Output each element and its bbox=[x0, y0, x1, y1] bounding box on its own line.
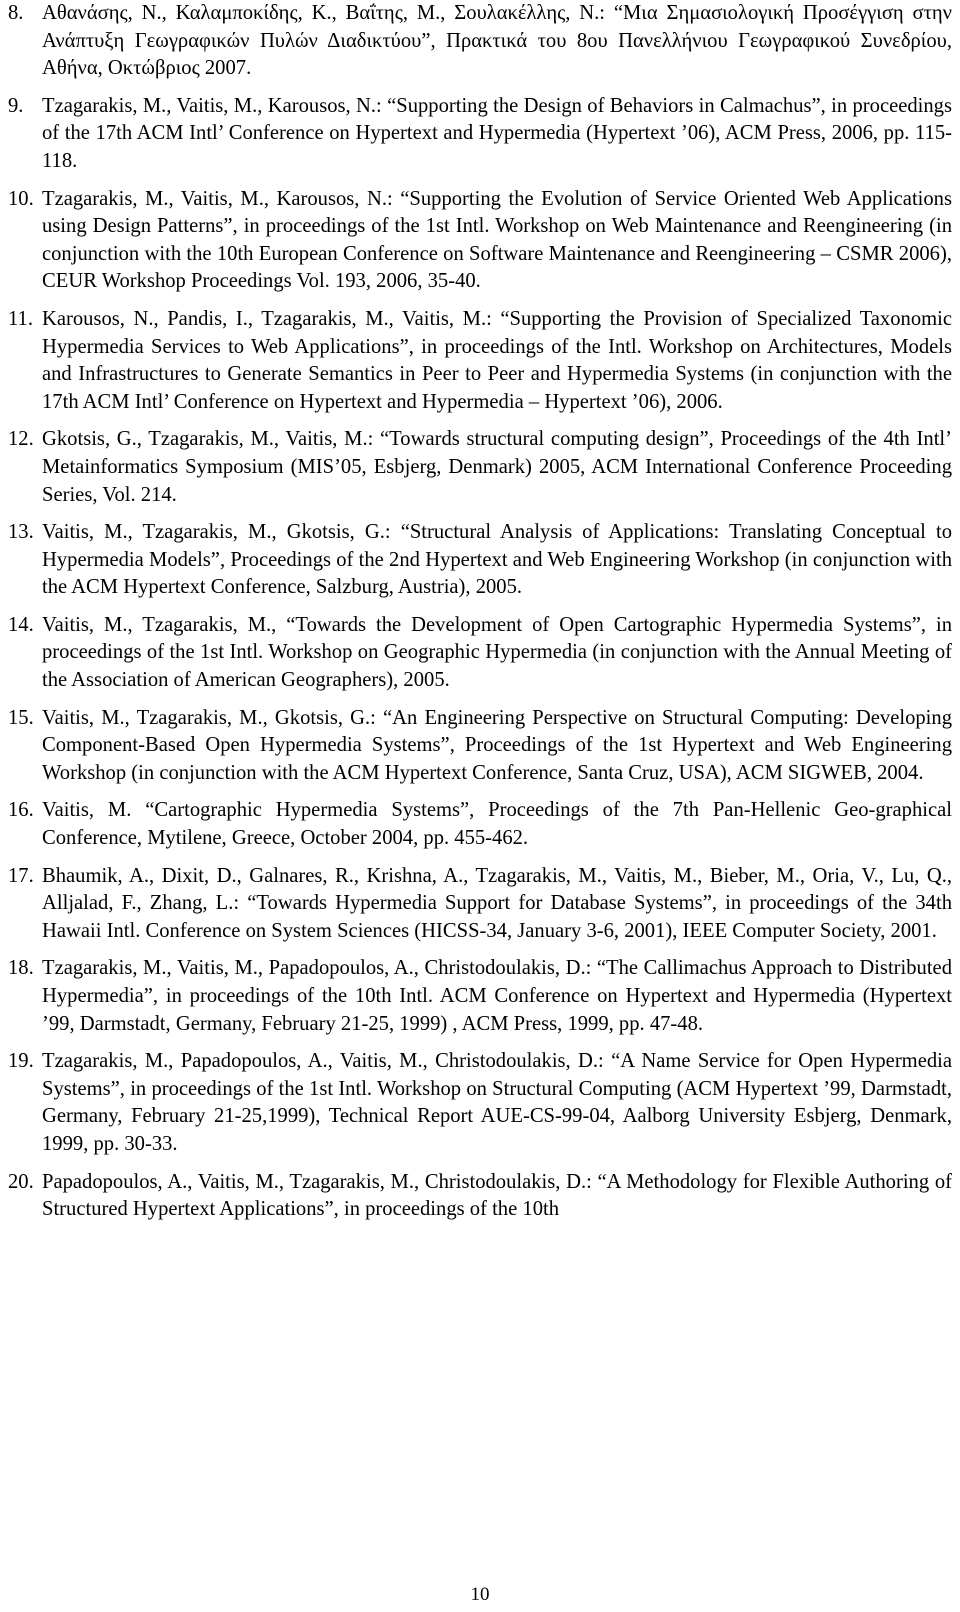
reference-text: Bhaumik, A., Dixit, D., Galnares, R., Kr… bbox=[42, 864, 952, 942]
reference-text: Tzagarakis, M., Vaitis, M., Papadopoulos… bbox=[42, 957, 952, 1035]
reference-text: Vaitis, M. “Cartographic Hypermedia Syst… bbox=[42, 799, 952, 850]
reference-number: 16. bbox=[8, 799, 34, 822]
reference-number: 17. bbox=[8, 864, 34, 887]
reference-number: 8. bbox=[8, 2, 24, 24]
reference-number: 10. bbox=[8, 187, 34, 210]
reference-text: Tzagarakis, M., Papadopoulos, A., Vaitis… bbox=[42, 1050, 952, 1155]
reference-text: Αθανάσης, Ν., Καλαμποκίδης, Κ., Βαΐτης, … bbox=[42, 2, 952, 80]
page-number: 10 bbox=[470, 1584, 490, 1605]
reference-item: 17. Bhaumik, A., Dixit, D., Galnares, R.… bbox=[8, 863, 952, 946]
reference-number: 15. bbox=[8, 706, 34, 729]
reference-item: 18. Tzagarakis, M., Vaitis, M., Papadopo… bbox=[8, 955, 952, 1038]
reference-item: 13. Vaitis, M., Tzagarakis, M., Gkotsis,… bbox=[8, 519, 952, 602]
reference-number: 13. bbox=[8, 521, 34, 544]
reference-text: Tzagarakis, M., Vaitis, M., Karousos, N.… bbox=[42, 94, 952, 172]
reference-text: Vaitis, M., Tzagarakis, M., “Towards the… bbox=[42, 613, 952, 692]
reference-number: 11. bbox=[8, 307, 33, 330]
reference-item: 16. Vaitis, M. “Cartographic Hypermedia … bbox=[8, 797, 952, 852]
reference-item: 10. Tzagarakis, M., Vaitis, M., Karousos… bbox=[8, 186, 952, 296]
reference-list: 8. Αθανάσης, Ν., Καλαμποκίδης, Κ., Βαΐτη… bbox=[8, 0, 952, 1234]
reference-text: Tzagarakis, M., Vaitis, M., Karousos, N.… bbox=[42, 187, 952, 293]
reference-item: 11. Karousos, N., Pandis, I., Tzagarakis… bbox=[8, 306, 952, 416]
reference-number: 12. bbox=[8, 428, 34, 451]
reference-number: 20. bbox=[8, 1170, 34, 1193]
reference-number: 18. bbox=[8, 957, 34, 980]
reference-item: 15. Vaitis, M., Tzagarakis, M., Gkotsis,… bbox=[8, 705, 952, 788]
reference-text: Vaitis, M., Tzagarakis, M., Gkotsis, G.:… bbox=[42, 521, 952, 599]
reference-item: 19. Tzagarakis, M., Papadopoulos, A., Va… bbox=[8, 1048, 952, 1158]
reference-item: 14. Vaitis, M., Tzagarakis, M., “Towards… bbox=[8, 612, 952, 695]
reference-item: 8. Αθανάσης, Ν., Καλαμποκίδης, Κ., Βαΐτη… bbox=[8, 0, 952, 83]
reference-item: 9. Tzagarakis, M., Vaitis, M., Karousos,… bbox=[8, 93, 952, 176]
reference-text: Vaitis, M., Tzagarakis, M., Gkotsis, G.:… bbox=[42, 706, 952, 784]
reference-number: 14. bbox=[8, 613, 34, 636]
reference-text: Papadopoulos, A., Vaitis, M., Tzagarakis… bbox=[42, 1170, 952, 1221]
document-page: 8. Αθανάσης, Ν., Καλαμποκίδης, Κ., Βαΐτη… bbox=[0, 0, 960, 1612]
reference-text: Gkotsis, G., Tzagarakis, M., Vaitis, M.:… bbox=[42, 428, 952, 506]
reference-item: 20. Papadopoulos, A., Vaitis, M., Tzagar… bbox=[8, 1169, 952, 1224]
reference-number: 9. bbox=[8, 94, 24, 117]
reference-text: Karousos, N., Pandis, I., Tzagarakis, M.… bbox=[42, 307, 952, 413]
reference-item: 12. Gkotsis, G., Tzagarakis, M., Vaitis,… bbox=[8, 426, 952, 509]
reference-number: 19. bbox=[8, 1050, 34, 1073]
